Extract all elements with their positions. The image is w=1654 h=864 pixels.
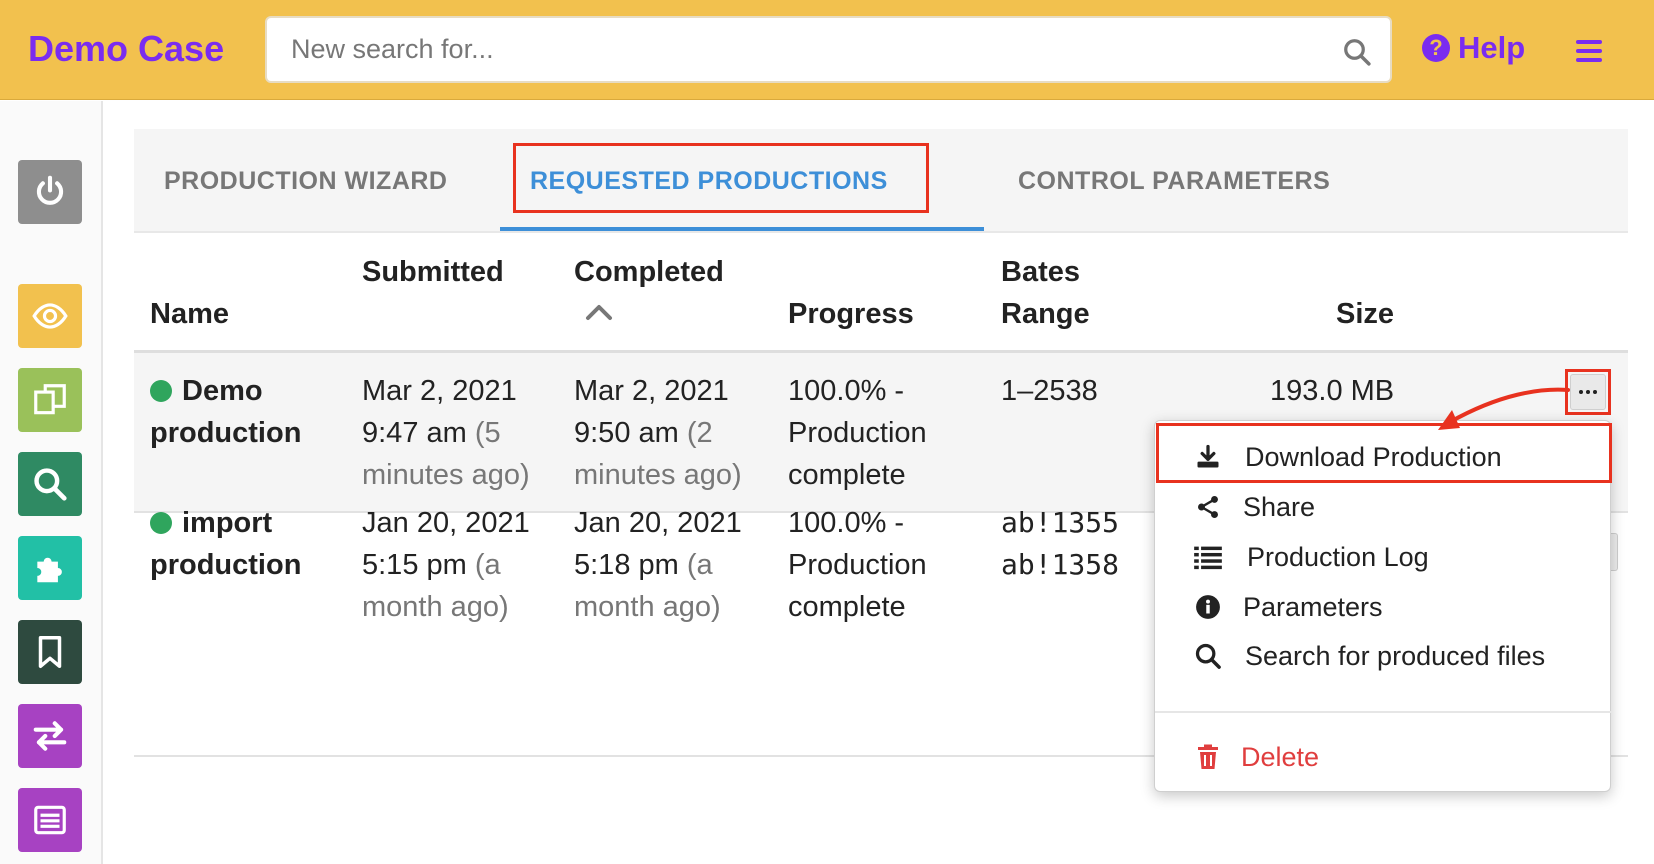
menu-item-production-log[interactable]: Production Log [1155, 533, 1612, 581]
row-name-cell[interactable]: import production [150, 502, 301, 586]
annotation-highlight-tab [513, 143, 929, 213]
menu-divider [1155, 711, 1612, 713]
row-size-cell: 193.0 MB [1270, 375, 1395, 407]
row-progress-cell: 100.0% - Production complete [788, 507, 927, 623]
copies-button[interactable] [18, 368, 82, 432]
menu-item-label: Parameters [1243, 591, 1383, 622]
help-link[interactable]: ? Help [1422, 30, 1525, 66]
app-title[interactable]: Demo Case [28, 28, 224, 70]
transfer-arrows-icon [33, 721, 67, 751]
menu-item-label: Delete [1241, 741, 1320, 772]
magnifier-icon [34, 468, 67, 501]
status-dot-icon [150, 512, 172, 534]
bookmark-button[interactable] [18, 620, 82, 684]
puzzle-icon [37, 557, 62, 583]
trash-icon [1193, 742, 1223, 772]
menu-item-label: Share [1243, 491, 1316, 522]
top-bar: Demo Case ? Help [0, 0, 1654, 100]
row-completed-cell: Jan 20, 2021 5:18 pm (a month ago) [574, 507, 742, 623]
search-icon [1193, 641, 1223, 671]
status-dot-icon [150, 380, 172, 402]
list-nav-button[interactable] [18, 788, 82, 852]
review-button[interactable] [18, 284, 82, 348]
list-icon [1193, 542, 1223, 572]
transfer-button[interactable] [18, 704, 82, 768]
row-name-cell[interactable]: Demo production [150, 370, 301, 454]
sidebar [0, 101, 103, 864]
menu-item-label: Search for produced files [1245, 640, 1546, 671]
power-icon [36, 175, 64, 205]
column-header-bates-line1[interactable]: Bates [1001, 251, 1080, 293]
sort-ascending-icon[interactable] [585, 301, 613, 321]
menu-item-parameters[interactable]: Parameters [1155, 583, 1612, 631]
search-input[interactable] [267, 18, 1390, 81]
column-header-submitted[interactable]: Submitted [362, 251, 504, 293]
column-header-completed[interactable]: Completed [574, 251, 724, 293]
row-completed-cell: Mar 2, 2021 9:50 am (2 minutes ago) [574, 375, 742, 491]
copy-icon [34, 384, 66, 415]
row-submitted-cell: Mar 2, 2021 9:47 am (5 minutes ago) [362, 375, 530, 491]
column-header-name[interactable]: Name [150, 293, 229, 335]
search-icon[interactable] [1342, 37, 1372, 67]
menu-item-label: Production Log [1247, 541, 1429, 572]
tab-production-wizard[interactable]: PRODUCTION WIZARD [164, 129, 447, 233]
menu-item-delete[interactable]: Delete [1155, 733, 1612, 781]
power-button[interactable] [18, 160, 82, 224]
plugins-button[interactable] [18, 536, 82, 600]
share-icon [1193, 492, 1223, 522]
tab-control-parameters[interactable]: CONTROL PARAMETERS [1018, 129, 1330, 233]
help-label: Help [1458, 30, 1526, 65]
row-bates-cell: 1–2538 [1001, 375, 1098, 407]
eye-icon [32, 303, 68, 329]
column-header-bates-line2[interactable]: Range [1001, 293, 1090, 335]
annotation-arrow-icon [1438, 387, 1570, 430]
info-icon [1193, 592, 1223, 622]
row-progress-cell: 100.0% - Production complete [788, 375, 927, 491]
active-tab-indicator [500, 227, 984, 231]
search-nav-button[interactable] [18, 452, 82, 516]
question-circle-icon: ? [1422, 34, 1450, 62]
column-header-progress[interactable]: Progress [788, 293, 914, 335]
bookmark-icon [38, 636, 62, 668]
row-bates-cell: ab!1355 ab!1358 [1001, 506, 1120, 581]
row-submitted-cell: Jan 20, 2021 5:15 pm (a month ago) [362, 507, 530, 623]
column-header-size[interactable]: Size [1336, 293, 1394, 335]
list-box-icon [34, 805, 66, 835]
hamburger-menu-icon[interactable] [1576, 40, 1602, 62]
search-box[interactable] [265, 16, 1392, 83]
menu-item-search-produced-files[interactable]: Search for produced files [1155, 632, 1612, 680]
menu-item-share[interactable]: Share [1155, 483, 1612, 531]
